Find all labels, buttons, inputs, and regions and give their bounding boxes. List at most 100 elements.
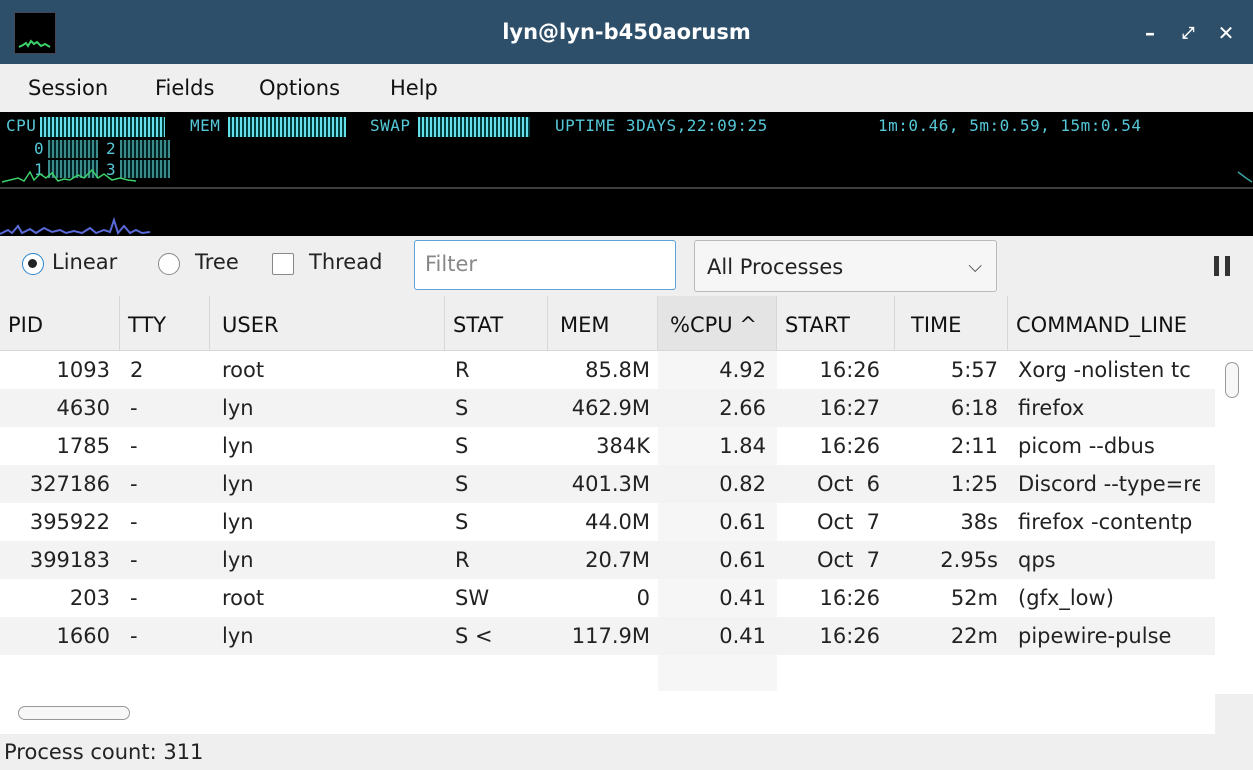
menu-fields[interactable]: Fields — [155, 64, 214, 112]
linear-radio[interactable] — [22, 253, 44, 275]
cell-command: Xorg -nolisten tc — [1018, 358, 1191, 382]
table-header: PID TTY USER STAT MEM %CPU ^ START TIME … — [0, 296, 1253, 351]
cell-stat: S < — [455, 624, 493, 648]
cell-stat: S — [455, 472, 469, 496]
cell-cpu: 2.66 — [719, 396, 766, 420]
view-toolbar: Linear Tree Thread Filter All Processes … — [0, 236, 1253, 296]
table-row[interactable]: 203 - root SW 0 0.41 16:26 52m (gfx_low) — [0, 579, 1215, 617]
cell-start: 16:26 — [819, 586, 880, 610]
system-monitor: CPU MEM SWAP UPTIME 3DAYS,22:09:25 1m:0.… — [0, 112, 1253, 236]
process-filter-value: All Processes — [707, 255, 844, 279]
cell-mem: 401.3M — [571, 472, 650, 496]
cell-pid: 395922 — [29, 510, 110, 534]
cell-stat: S — [455, 510, 469, 534]
column-pid[interactable]: PID — [0, 296, 120, 350]
minimize-icon[interactable]: – — [1137, 20, 1163, 46]
cell-stat: S — [455, 396, 469, 420]
cell-command: Discord --type=re — [1018, 472, 1200, 496]
cell-mem: 44.0M — [585, 510, 650, 534]
column-user[interactable]: USER — [210, 296, 445, 350]
cell-pid: 4630 — [56, 396, 110, 420]
thread-label[interactable]: Thread — [309, 250, 382, 274]
tree-label[interactable]: Tree — [195, 250, 239, 274]
cell-mem: 20.7M — [585, 548, 650, 572]
horizontal-scrollbar[interactable] — [18, 706, 130, 720]
cpu-history-graph — [0, 168, 1253, 236]
table-row[interactable]: 4630 - lyn S 462.9M 2.66 16:27 6:18 fire… — [0, 389, 1215, 427]
cell-mem: 462.9M — [571, 396, 650, 420]
table-row[interactable]: 1785 - lyn S 384K 1.84 16:26 2:11 picom … — [0, 427, 1215, 465]
cell-tty: - — [130, 624, 138, 648]
menu-bar: Session Fields Options Help — [0, 64, 1253, 112]
cell-user: lyn — [222, 396, 254, 420]
cell-start: Oct 6 — [816, 472, 880, 496]
cell-cpu: 0.82 — [719, 472, 766, 496]
cell-tty: - — [130, 396, 138, 420]
cell-pid: 1785 — [56, 434, 110, 458]
cell-command: firefox -contentp — [1018, 510, 1193, 534]
cell-tty: - — [130, 510, 138, 534]
pause-icon[interactable] — [1214, 256, 1230, 276]
column-cpu-sorted[interactable]: %CPU ^ — [658, 296, 777, 350]
cell-user: lyn — [222, 510, 254, 534]
process-table: PID TTY USER STAT MEM %CPU ^ START TIME … — [0, 296, 1253, 694]
cell-tty: - — [130, 434, 138, 458]
cell-time: 2:11 — [950, 434, 998, 458]
filter-input[interactable]: Filter — [414, 240, 676, 290]
window-title: lyn@lyn-b450aorusm — [502, 20, 751, 44]
process-filter-select[interactable]: All Processes ⌵ — [694, 240, 997, 292]
tree-radio[interactable] — [158, 253, 180, 275]
chevron-down-icon: ⌵ — [968, 256, 982, 277]
cell-user: lyn — [222, 548, 254, 572]
column-tty[interactable]: TTY — [120, 296, 210, 350]
cell-command: (gfx_low) — [1018, 586, 1114, 610]
vertical-scrollbar[interactable] — [1225, 362, 1239, 398]
table-row[interactable]: 1093 2 root R 85.8M 4.92 16:26 5:57 Xorg… — [0, 351, 1215, 389]
column-mem[interactable]: MEM — [548, 296, 658, 350]
cell-time: 2.95s — [940, 548, 998, 572]
cell-tty: 2 — [130, 358, 144, 382]
cell-cpu: 1.84 — [719, 434, 766, 458]
cell-tty: - — [130, 586, 138, 610]
cell-time: 22m — [950, 624, 998, 648]
cell-cpu: 0.61 — [719, 510, 766, 534]
cell-start: Oct 7 — [816, 548, 880, 572]
menu-help[interactable]: Help — [390, 64, 438, 112]
menu-options[interactable]: Options — [259, 64, 340, 112]
cell-mem: 0 — [636, 586, 650, 610]
table-body: 1093 2 root R 85.8M 4.92 16:26 5:57 Xorg… — [0, 351, 1215, 691]
cell-user: lyn — [222, 624, 254, 648]
cell-cpu: 0.61 — [719, 548, 766, 572]
title-bar: lyn@lyn-b450aorusm – ⤢ ✕ — [0, 0, 1253, 64]
cell-tty: - — [130, 548, 138, 572]
cell-start: 16:26 — [819, 434, 880, 458]
process-count: Process count: 311 — [4, 740, 204, 764]
column-start[interactable]: START — [777, 296, 895, 350]
table-row[interactable]: 395922 - lyn S 44.0M 0.61 Oct 7 38s fire… — [0, 503, 1215, 541]
thread-checkbox[interactable] — [272, 253, 294, 275]
cell-user: lyn — [222, 434, 254, 458]
cell-start: Oct 7 — [816, 510, 880, 534]
maximize-icon[interactable]: ⤢ — [1175, 20, 1201, 46]
cell-command: pipewire-pulse — [1018, 624, 1172, 648]
column-stat[interactable]: STAT — [445, 296, 548, 350]
linear-label[interactable]: Linear — [52, 250, 117, 274]
cell-start: 16:26 — [819, 624, 880, 648]
cell-start: 16:26 — [819, 358, 880, 382]
cell-pid: 1093 — [56, 358, 110, 382]
cell-command: firefox — [1018, 396, 1085, 420]
column-command-line[interactable]: COMMAND_LINE — [1008, 296, 1253, 350]
column-time[interactable]: TIME — [895, 296, 1008, 350]
cell-cpu: 0.41 — [719, 624, 766, 648]
cell-command: qps — [1018, 548, 1056, 572]
cell-time: 52m — [950, 586, 998, 610]
cell-pid: 399183 — [29, 548, 110, 572]
close-icon[interactable]: ✕ — [1213, 20, 1239, 46]
table-row[interactable]: 1660 - lyn S < 117.9M 0.41 16:26 22m pip… — [0, 617, 1215, 655]
table-row[interactable]: 327186 - lyn S 401.3M 0.82 Oct 6 1:25 Di… — [0, 465, 1215, 503]
menu-session[interactable]: Session — [28, 64, 108, 112]
cell-user: root — [222, 586, 265, 610]
status-bar: Process count: 311 — [0, 734, 1253, 768]
cell-stat: S — [455, 434, 469, 458]
table-row[interactable]: 399183 - lyn R 20.7M 0.61 Oct 7 2.95s qp… — [0, 541, 1215, 579]
